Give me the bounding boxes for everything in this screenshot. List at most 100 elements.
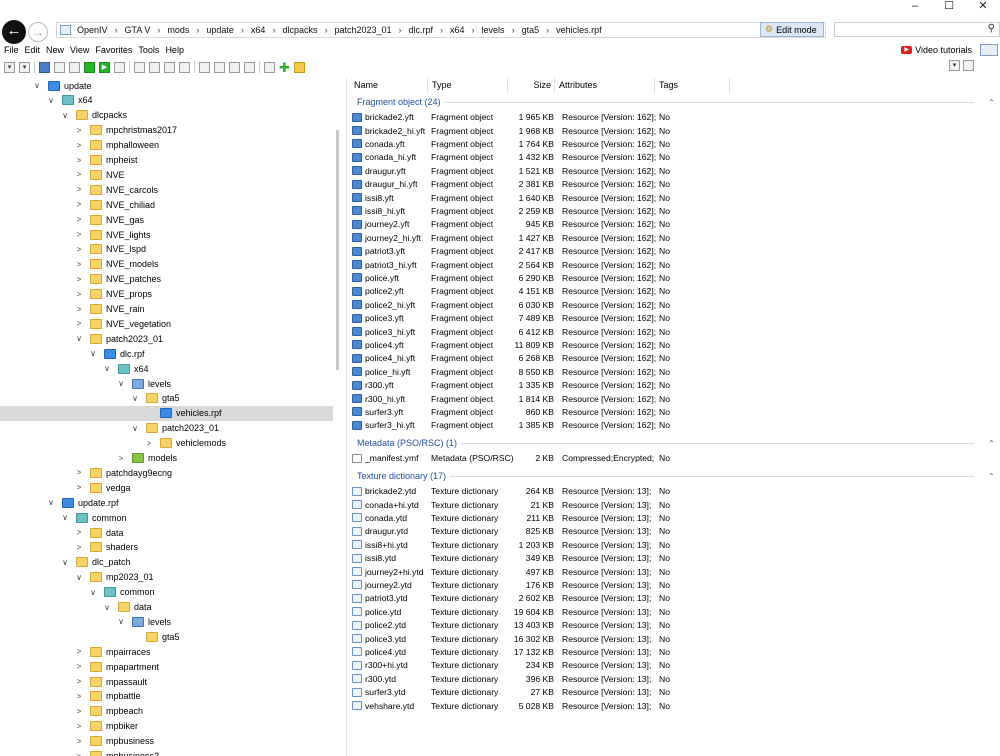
chevron-right-icon[interactable]: > [74,141,84,150]
chevron-right-icon[interactable]: > [74,245,84,254]
list-item[interactable]: police2_hi.yft Fragment object 6 030 KB Res… [350,298,1000,311]
tree-icon[interactable] [84,61,95,73]
chevron-right-icon[interactable]: > [74,662,84,671]
chevron-right-icon[interactable]: > [74,483,84,492]
tree-item[interactable]: > NVE_vegetation [0,316,333,331]
tree-item[interactable]: ∨ dlcpacks [0,108,333,123]
chevron-right-icon[interactable]: > [74,126,84,135]
list-item[interactable]: brickade2_hi.yft Fragment object 1 968 KB R… [350,124,1000,137]
chevron-right-icon[interactable]: > [74,468,84,477]
chevron-right-icon[interactable]: > [144,439,154,448]
list-item[interactable]: issi8+hi.ytd Texture dictionary 1 203 KB Re… [350,538,1000,551]
list-item[interactable]: police3.yft Fragment object 7 489 KB Resour… [350,312,1000,325]
back-button[interactable]: ← [2,20,26,44]
tree-item[interactable]: ∨ common [0,585,333,600]
tree-item[interactable]: > mpassault [0,674,333,689]
tree-item[interactable]: > NVE [0,167,333,182]
tree-item[interactable]: > data [0,525,333,540]
save-icon[interactable] [114,61,125,73]
play-icon[interactable]: ▶ [99,61,110,73]
tree-item[interactable]: ∨ levels [0,376,333,391]
tree-item[interactable]: ∨ gta5 [0,391,333,406]
column-size[interactable]: Size [508,78,555,93]
column-type[interactable]: Type [428,78,508,93]
tree-item[interactable]: gta5 [0,629,333,644]
list-item[interactable]: patriot3_hi.yft Fragment object 2 564 KB Re… [350,258,1000,271]
open-file-icon[interactable]: ▾ [19,61,30,73]
tree-item[interactable]: > NVE_models [0,257,333,272]
chevron-right-icon[interactable]: › [115,25,118,35]
tree-item[interactable]: ∨ mp2023_01 [0,570,333,585]
tree-item[interactable]: ∨ x64 [0,93,333,108]
chevron-down-icon[interactable]: ∨ [130,424,140,433]
list-item[interactable]: vehshare.ytd Texture dictionary 5 028 KB Re… [350,699,1000,712]
tree-item[interactable]: > mpbattle [0,689,333,704]
tree-item[interactable]: > NVE_lspd [0,242,333,257]
chevron-down-icon[interactable]: ∨ [60,513,70,522]
list-item[interactable]: police4.yft Fragment object 11 809 KB Resou… [350,338,1000,351]
breadcrumb-item[interactable]: update [206,25,234,35]
tree-item[interactable]: ∨ patch2023_01 [0,331,333,346]
menu-item-tools[interactable]: Tools [138,45,159,57]
chevron-right-icon[interactable]: > [74,275,84,284]
chevron-right-icon[interactable]: > [74,707,84,716]
export-icon[interactable] [134,61,145,73]
chevron-right-icon[interactable]: › [272,25,275,35]
pane-splitter[interactable] [346,78,347,756]
breadcrumb-item[interactable]: dlc.rpf [409,25,434,35]
chevron-right-icon[interactable]: > [74,170,84,179]
list-item[interactable]: journey2.yft Fragment object 945 KB Resourc… [350,218,1000,231]
list-item[interactable]: journey2.ytd Texture dictionary 176 KB Reso… [350,578,1000,591]
tree-item[interactable]: > NVE_carcols [0,182,333,197]
list-item[interactable]: police.ytd Texture dictionary 19 604 KB Res… [350,605,1000,618]
list-item[interactable]: police.yft Fragment object 6 290 KB Resourc… [350,271,1000,284]
chevron-down-icon[interactable]: ∨ [46,96,56,105]
list-item[interactable]: conada.ytd Texture dictionary 211 KB Resour… [350,511,1000,524]
maximize-button[interactable]: ☐ [932,0,966,14]
list-item[interactable]: police4_hi.yft Fragment object 6 268 KB Res… [350,352,1000,365]
chevron-right-icon[interactable]: > [74,230,84,239]
tree-item[interactable]: > NVE_gas [0,212,333,227]
list-item[interactable]: r300.yft Fragment object 1 335 KB Resource … [350,379,1000,392]
tree-item[interactable]: > mpairraces [0,644,333,659]
chevron-right-icon[interactable]: > [74,156,84,165]
tree-item[interactable]: > NVE_lights [0,227,333,242]
tree-item[interactable]: ∨ update.rpf [0,495,333,510]
list-item[interactable]: police3.ytd Texture dictionary 16 302 KB Re… [350,632,1000,645]
collapse-icon[interactable]: ⌃ [988,98,1000,107]
add-icon[interactable]: ✚ [279,61,290,74]
tree-item[interactable]: > mpheist [0,153,333,168]
list-item[interactable]: police3_hi.yft Fragment object 6 412 KB Res… [350,325,1000,338]
tree-item[interactable]: ∨ dlc.rpf [0,346,333,361]
gta5-icon[interactable] [39,61,50,73]
text-icon[interactable] [179,61,190,73]
list-item[interactable]: draugur_hi.yft Fragment object 2 381 KB Res… [350,178,1000,191]
chevron-right-icon[interactable]: > [74,305,84,314]
tree-item[interactable]: ∨ x64 [0,361,333,376]
chevron-right-icon[interactable]: › [399,25,402,35]
list-item[interactable]: conada_hi.yft Fragment object 1 432 KB Reso… [350,151,1000,164]
edit-icon[interactable] [69,61,80,73]
tree-item[interactable]: > mpbusiness2 [0,749,333,756]
group-header[interactable]: Fragment object (24) ⌃ [350,95,1000,109]
tree-item[interactable]: > vedga [0,480,333,495]
chevron-down-icon[interactable]: ∨ [88,588,98,597]
list-item[interactable]: r300.ytd Texture dictionary 396 KB Resource… [350,672,1000,685]
menu-item-new[interactable]: New [46,45,64,57]
chevron-right-icon[interactable]: > [74,692,84,701]
list-item[interactable]: patriot3.yft Fragment object 2 417 KB Resou… [350,245,1000,258]
chevron-down-icon[interactable]: ∨ [60,558,70,567]
list-item[interactable]: police2.yft Fragment object 4 151 KB Resour… [350,285,1000,298]
chevron-down-icon[interactable]: ∨ [130,394,140,403]
chevron-right-icon[interactable]: › [546,25,549,35]
menu-item-edit[interactable]: Edit [25,45,41,57]
breadcrumb-item[interactable]: mods [167,25,189,35]
import-icon[interactable] [199,61,210,73]
list-item[interactable]: journey2_hi.yft Fragment object 1 427 KB Re… [350,231,1000,244]
list-item[interactable]: brickade2.ytd Texture dictionary 264 KB Res… [350,485,1000,498]
tree-item[interactable]: > NVE_chiliad [0,197,333,212]
breadcrumb-item[interactable]: OpenIV [77,25,108,35]
rename-icon[interactable] [229,61,240,73]
preview-pane-icon[interactable] [963,60,974,71]
list-item[interactable]: draugur.ytd Texture dictionary 825 KB Resou… [350,525,1000,538]
